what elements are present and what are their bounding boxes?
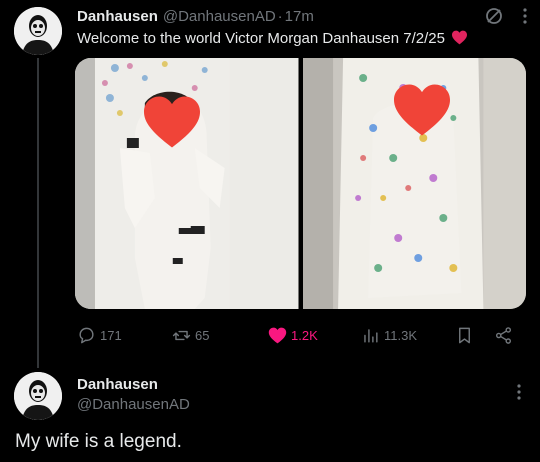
separator: · [277, 7, 283, 25]
slash-circle-icon[interactable] [484, 6, 504, 31]
repost-count: 65 [195, 327, 210, 343]
tweet-actions: 171 65 1.2K 11.3K [77, 322, 517, 348]
views-button[interactable]: 11.3K [361, 322, 417, 348]
heart-sticker-icon [393, 84, 450, 136]
like-count: 1.2K [291, 327, 318, 343]
display-name[interactable]: Danhausen [77, 8, 158, 25]
display-name[interactable]: Danhausen [77, 376, 158, 393]
avatar-image [14, 7, 62, 55]
share-button[interactable] [494, 322, 513, 348]
tweet-text: My wife is a legend. [15, 431, 182, 452]
reply-icon [79, 327, 94, 343]
handle[interactable]: @DanhausenAD [77, 396, 190, 413]
photo-2[interactable] [302, 58, 526, 309]
like-button[interactable]: 1.2K [268, 322, 318, 348]
timestamp[interactable]: 17m [285, 8, 314, 25]
avatar[interactable] [14, 372, 62, 420]
repost-icon [172, 330, 191, 340]
media-grid[interactable] [75, 58, 526, 309]
repost-button[interactable]: 65 [172, 322, 209, 348]
heart-emoji [452, 30, 468, 45]
tweet-header-icons [484, 6, 528, 31]
thread-line [37, 58, 39, 368]
handle[interactable]: @DanhausenAD [163, 8, 276, 25]
tweet-text-body: Welcome to the world Victor Morgan Danha… [77, 30, 445, 47]
share-icon [495, 326, 512, 344]
views-count: 11.3K [384, 327, 418, 343]
avatar-image [14, 372, 62, 420]
bookmark-icon [459, 327, 470, 343]
analytics-icon [364, 328, 378, 343]
heart-filled-icon [268, 327, 287, 343]
tweet-header: Danhausen @DanhausenAD · 17m [77, 6, 314, 26]
reply-button[interactable]: 171 [77, 322, 122, 348]
tweet-text: Welcome to the world Victor Morgan Danha… [77, 29, 468, 49]
reply-count: 171 [100, 327, 122, 343]
avatar[interactable] [14, 7, 62, 55]
bookmark-button[interactable] [455, 322, 474, 348]
more-vertical-icon[interactable] [516, 383, 522, 406]
photo-1[interactable] [75, 58, 299, 309]
more-vertical-icon[interactable] [522, 7, 528, 30]
heart-sticker-icon [144, 96, 200, 148]
